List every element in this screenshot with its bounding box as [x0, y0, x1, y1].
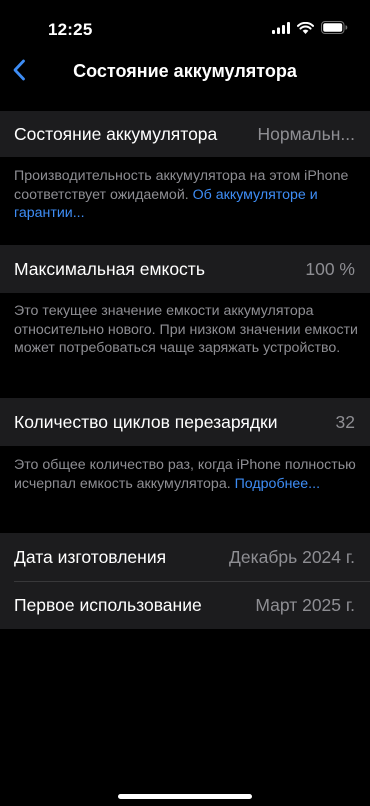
- max-capacity-footer: Это текущее значение емкости аккумулятор…: [14, 303, 358, 356]
- first-use-label: Первое использование: [14, 595, 202, 615]
- battery-icon: [321, 21, 348, 39]
- cellular-signal-icon: [272, 21, 290, 39]
- manufacture-date-label: Дата изготовления: [14, 547, 167, 567]
- max-capacity-value: 100 %: [305, 259, 355, 279]
- battery-health-label: Состояние аккумулятора: [14, 124, 218, 144]
- row-divider: [14, 581, 370, 582]
- status-bar: 12:25: [0, 0, 370, 48]
- battery-health-row[interactable]: Состояние аккумулятора Нормальн...: [0, 111, 370, 157]
- first-use-value: Март 2025 г.: [255, 595, 355, 615]
- cycle-count-row: Количество циклов перезарядки 32: [0, 398, 370, 446]
- status-icons: [272, 21, 348, 39]
- manufacture-date-value: Декабрь 2024 г.: [229, 547, 355, 567]
- navigation-bar: Состояние аккумулятора: [0, 48, 370, 96]
- status-time: 12:25: [48, 20, 93, 39]
- wifi-icon: [297, 21, 314, 39]
- cycle-count-value: 32: [335, 412, 355, 432]
- dates-group: Дата изготовления Декабрь 2024 г. Первое…: [0, 533, 370, 629]
- battery-health-footer: Производительность аккумулятора на этом …: [14, 167, 360, 223]
- cycle-count-footer: Это общее количество раз, когда iPhone п…: [14, 456, 360, 493]
- learn-more-link[interactable]: Подробнее...: [235, 476, 320, 492]
- cycle-count-label: Количество циклов перезарядки: [14, 412, 278, 432]
- home-indicator[interactable]: [118, 794, 252, 799]
- max-capacity-row: Максимальная емкость 100 %: [0, 245, 370, 293]
- battery-health-value: Нормальн...: [257, 124, 355, 144]
- page-title: Состояние аккумулятора: [73, 61, 297, 81]
- max-capacity-label: Максимальная емкость: [14, 259, 205, 279]
